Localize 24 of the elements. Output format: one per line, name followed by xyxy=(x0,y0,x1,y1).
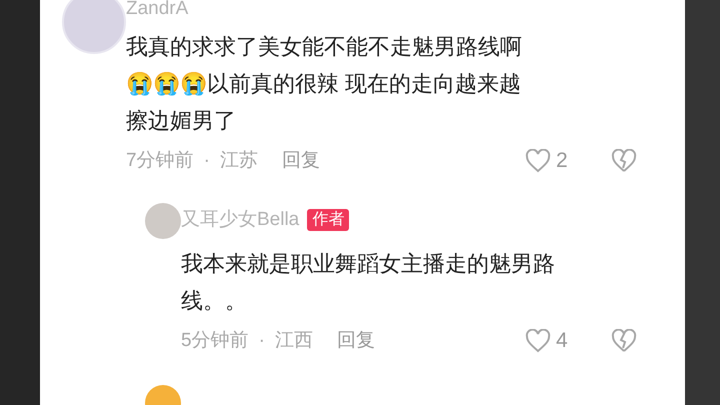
comment-text: 擦边媚男了 xyxy=(126,107,237,135)
comment-text: 😭😭😭以前真的很辣 现在的走向越来越 xyxy=(126,70,522,98)
avatar[interactable] xyxy=(62,0,126,54)
comment-time: 5分钟前 xyxy=(181,328,249,353)
reply-button[interactable]: 回复 xyxy=(336,326,375,356)
like-icon[interactable] xyxy=(525,149,551,173)
comment-location: 江西 xyxy=(274,328,313,353)
like-count: 4 xyxy=(556,328,569,354)
avatar[interactable] xyxy=(145,203,181,239)
like-icon[interactable] xyxy=(525,329,551,353)
comment-location: 江苏 xyxy=(220,148,258,173)
author-name[interactable]: 又耳少女Bella xyxy=(181,206,300,234)
broken-heart-icon[interactable] xyxy=(611,329,637,353)
separator-dot: · xyxy=(258,328,265,353)
separator-dot: · xyxy=(204,148,210,173)
comment-text: 我真的求求了美女能不能不走魅男路线啊 xyxy=(126,33,523,61)
like-count: 2 xyxy=(556,148,569,174)
comment-text: 线。。 xyxy=(181,287,248,315)
broken-heart-icon[interactable] xyxy=(611,149,637,173)
author-badge: 作者 xyxy=(307,209,350,231)
comment-time: 7分钟前 xyxy=(126,148,194,173)
comment-text: 我本来就是职业舞蹈女主播走的魅男路 xyxy=(181,250,556,278)
author-name[interactable]: ZandrA xyxy=(126,0,188,24)
reply-button[interactable]: 回复 xyxy=(282,146,320,176)
